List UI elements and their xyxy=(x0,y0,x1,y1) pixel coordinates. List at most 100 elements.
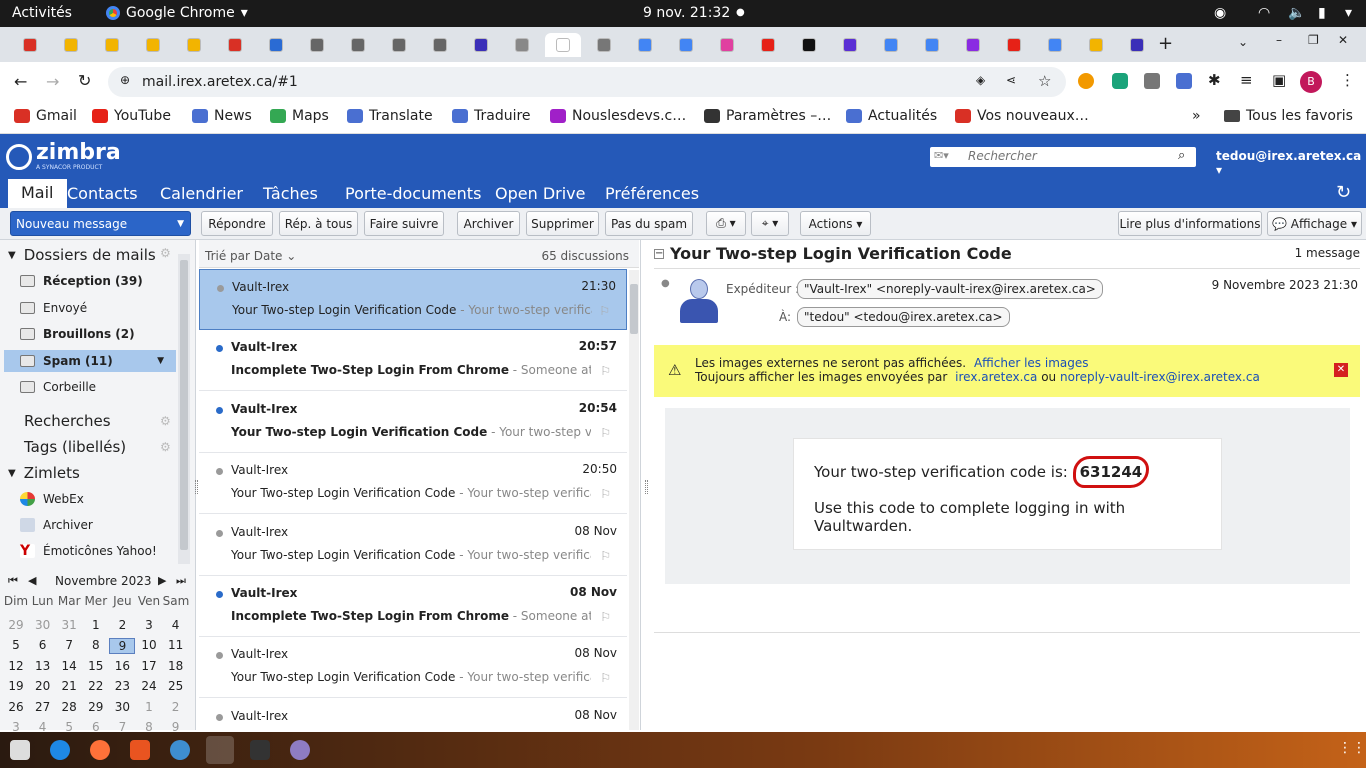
media-control-icon[interactable]: ≡ xyxy=(1240,71,1253,89)
site-info-icon[interactable]: ⊕ xyxy=(120,73,130,87)
refresh-icon[interactable]: ↻ xyxy=(1336,182,1351,203)
app-grid-icon[interactable]: ⋮⋮ xyxy=(1338,740,1366,756)
gear-icon[interactable]: ⚙ xyxy=(160,246,171,260)
calendar-day[interactable]: 21 xyxy=(56,679,82,693)
thunderbird-icon[interactable] xyxy=(50,740,70,760)
show-images-link[interactable]: Afficher les images xyxy=(974,356,1089,370)
app-tab[interactable]: Contacts xyxy=(67,184,138,203)
browser-tab[interactable] xyxy=(1037,33,1073,57)
calendar-day[interactable]: 9 xyxy=(109,638,136,655)
verification-code[interactable]: 631244 xyxy=(1072,456,1150,488)
calendar-day[interactable]: 1 xyxy=(83,618,109,632)
browser-tab[interactable] xyxy=(1078,33,1114,57)
close-icon[interactable]: ✕ xyxy=(1334,363,1348,377)
browser-tab[interactable] xyxy=(422,33,458,57)
sidebar-scrollbar[interactable] xyxy=(178,254,190,564)
forward-icon[interactable]: → xyxy=(46,72,59,91)
bookmark-item[interactable]: Actualités xyxy=(846,108,937,124)
lens-icon[interactable]: ◈ xyxy=(976,73,985,87)
zimbra-logo[interactable]: zimbra A SYNACOR PRODUCT xyxy=(6,142,121,171)
actions-button[interactable]: Actions ▾ xyxy=(800,211,871,236)
recipient-address[interactable]: "tedou" <tedou@irex.aretex.ca> xyxy=(797,307,1010,327)
app-tab[interactable]: Mail xyxy=(8,179,67,208)
splitter-handle[interactable] xyxy=(195,480,198,494)
bookmark-item[interactable]: Gmail xyxy=(14,108,77,124)
not-spam-button[interactable]: Pas du spam xyxy=(605,211,693,236)
unread-dot-icon[interactable] xyxy=(216,591,223,598)
calendar-day[interactable]: 19 xyxy=(3,679,29,693)
extension-icon[interactable] xyxy=(1078,73,1094,89)
searches-header[interactable]: Recherches xyxy=(24,412,111,430)
message-row[interactable]: Vault-Irex 21:30 Your Two-step Login Verif… xyxy=(199,269,627,330)
close-window-icon[interactable]: ✕ xyxy=(1338,33,1348,47)
reply-button[interactable]: Répondre xyxy=(201,211,273,236)
calendar-day[interactable]: 7 xyxy=(56,638,82,652)
splitter-handle[interactable] xyxy=(645,480,648,494)
prev-year-icon[interactable]: ⏮ xyxy=(8,574,18,588)
calendar-day[interactable]: 30 xyxy=(30,618,56,632)
browser-tab[interactable] xyxy=(750,33,786,57)
folders-header[interactable]: ▼ Dossiers de mails xyxy=(8,246,156,264)
calendar-day[interactable]: 14 xyxy=(56,659,82,673)
app-tab[interactable]: Open Drive xyxy=(495,184,585,203)
browser-tab[interactable] xyxy=(94,33,130,57)
calendar-day[interactable]: 15 xyxy=(83,659,109,673)
unread-dot-icon[interactable] xyxy=(216,406,223,414)
browser-tab[interactable] xyxy=(709,33,745,57)
calendar-day[interactable]: 31 xyxy=(56,618,82,632)
calendar-day[interactable]: 3 xyxy=(136,618,162,632)
message-row[interactable]: Vault-Irex 08 Nov Your Two-step Login Veri… xyxy=(199,515,627,576)
browser-tab[interactable] xyxy=(217,33,253,57)
delete-button[interactable]: Supprimer xyxy=(526,211,599,236)
wifi-icon[interactable]: ◠ xyxy=(1258,5,1270,21)
prev-month-icon[interactable]: ◀ xyxy=(28,574,36,587)
extension-icon[interactable] xyxy=(1144,73,1160,89)
collapse-icon[interactable]: − xyxy=(654,248,664,259)
chrome-tray-icon[interactable]: ◉ xyxy=(1214,5,1226,21)
app-menu[interactable]: Google Chrome ▾ xyxy=(106,5,248,21)
read-dot-icon[interactable] xyxy=(216,468,223,476)
calendar-day[interactable]: 17 xyxy=(136,659,162,673)
calendar-day[interactable]: 6 xyxy=(30,638,56,652)
battery-icon[interactable]: ▮ xyxy=(1318,5,1326,21)
app-tab[interactable]: Porte-documents xyxy=(345,184,481,203)
search-type-icon[interactable]: ✉▾ xyxy=(934,149,949,162)
chevron-down-icon[interactable]: ▼ xyxy=(177,219,184,229)
calendar-day[interactable]: 2 xyxy=(163,700,189,714)
browser-tab[interactable] xyxy=(545,33,581,57)
flag-icon[interactable]: ⚐ xyxy=(600,549,611,563)
browser-tab[interactable] xyxy=(586,33,622,57)
translate-extension-icon[interactable] xyxy=(1176,73,1192,89)
forward-button[interactable]: Faire suivre xyxy=(364,211,444,236)
flag-icon[interactable]: ⚐ xyxy=(600,671,611,685)
browser-tab[interactable] xyxy=(1119,33,1155,57)
collapse-icon[interactable]: ▼ xyxy=(8,468,16,479)
browser-tab[interactable] xyxy=(340,33,376,57)
bookmark-item[interactable]: News xyxy=(192,108,252,124)
message-row[interactable]: Vault-Irex 20:57 Incomplete Two-Step Login… xyxy=(199,330,627,392)
back-icon[interactable]: ← xyxy=(14,72,27,91)
calendar-day[interactable]: 20 xyxy=(30,679,56,693)
always-show-domain-link[interactable]: irex.aretex.ca xyxy=(955,370,1037,384)
activities-button[interactable]: Activités xyxy=(12,5,72,21)
calendar-day[interactable]: 12 xyxy=(3,659,29,673)
calendar-day[interactable]: 27 xyxy=(30,700,56,714)
always-show-address-link[interactable]: noreply-vault-irex@irex.aretex.ca xyxy=(1060,370,1260,384)
flag-icon[interactable]: ⚐ xyxy=(600,610,611,624)
minimize-icon[interactable]: – xyxy=(1276,33,1282,47)
calendar-day[interactable]: 11 xyxy=(163,638,189,652)
folder-item[interactable]: Brouillons (2) xyxy=(20,327,135,341)
maximize-icon[interactable]: ❐ xyxy=(1308,33,1319,47)
browser-tab[interactable] xyxy=(668,33,704,57)
zimlet-item[interactable]: WebEx xyxy=(20,492,84,506)
message-row[interactable]: Vault-Irex 08 Nov xyxy=(199,699,627,729)
bookmark-item[interactable]: Translate xyxy=(347,108,433,124)
browser-tab[interactable] xyxy=(996,33,1032,57)
folder-item[interactable]: Spam (11) ▼ xyxy=(4,350,176,372)
software-center-icon[interactable] xyxy=(130,740,150,760)
calendar-day[interactable]: 30 xyxy=(109,700,135,714)
message-row[interactable]: Vault-Irex 20:50 Your Two-step Login Verif… xyxy=(199,453,627,515)
calendar-day[interactable]: 5 xyxy=(3,638,29,652)
sort-control[interactable]: Trié par Date ⌄ xyxy=(205,249,296,263)
bookmark-item[interactable]: Maps xyxy=(270,108,329,124)
